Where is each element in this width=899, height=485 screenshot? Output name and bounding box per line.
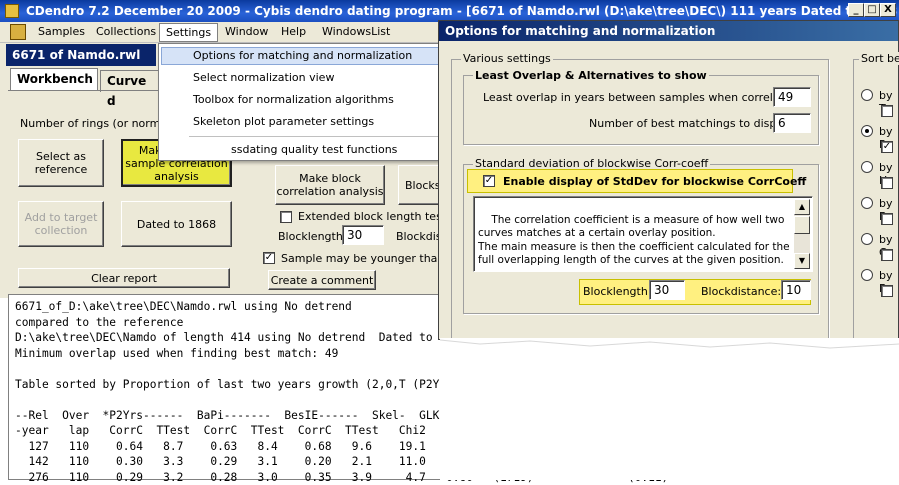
clear-report-button[interactable]: Clear report: [18, 268, 230, 288]
least-overlap-label: Least overlap in years between samples w…: [483, 91, 805, 104]
menu-item-options-matching[interactable]: Options for matching and normalization: [193, 49, 412, 62]
sort-check-2[interactable]: ✓: [881, 141, 893, 153]
blocklength-label: Blocklength:: [278, 230, 347, 243]
sort-radio-5[interactable]: [861, 233, 873, 245]
sample-window-title: 6671 of Namdo.rwl: [6, 44, 156, 66]
scroll-down-icon[interactable]: ▼: [794, 253, 810, 269]
menu-item-toolbox[interactable]: Toolbox for normalization algorithms: [193, 93, 394, 106]
sort-radio-3[interactable]: [861, 161, 873, 173]
stddev-description-text: The correlation coefficient is a measure…: [478, 213, 790, 267]
options-dialog: Options for matching and normalization V…: [438, 20, 899, 340]
dlg-blocklength-label: Blocklength:: [583, 285, 652, 298]
blockdist-label: Blockdis: [396, 230, 442, 243]
tab-workbench[interactable]: Workbench: [10, 68, 98, 90]
menu-item-skeleton-plot[interactable]: Skeleton plot parameter settings: [193, 115, 374, 128]
menu-windowslist[interactable]: WindowsList: [322, 25, 390, 38]
minimize-button[interactable]: _: [848, 3, 864, 17]
menu-window[interactable]: Window: [225, 25, 268, 38]
sort-radio-1[interactable]: [861, 89, 873, 101]
tab-curve[interactable]: Curve d: [100, 70, 160, 108]
younger-checkbox[interactable]: ✓: [263, 252, 275, 264]
menu-collections[interactable]: Collections: [96, 25, 156, 38]
sort-check-5[interactable]: [881, 249, 893, 261]
various-settings-label: Various settings: [461, 52, 553, 65]
window-title: CDendro 7.2 December 20 2009 - Cybis den…: [26, 4, 899, 18]
scroll-thumb[interactable]: [794, 216, 810, 234]
memo-scrollbar[interactable]: ▲ ▼: [794, 199, 810, 269]
options-dialog-title: Options for matching and normalization: [439, 21, 898, 41]
menu-samples[interactable]: Samples: [38, 25, 85, 38]
app-titlebar: CDendro 7.2 December 20 2009 - Cybis den…: [0, 0, 899, 22]
dated-button[interactable]: Dated to 1868: [121, 201, 232, 247]
create-comment-button[interactable]: Create a comment: [268, 270, 376, 290]
sort-group-label: Sort bes: [859, 52, 899, 65]
sort-check-4[interactable]: [881, 213, 893, 225]
torn-edge: [440, 338, 899, 480]
best-matchings-field[interactable]: 6: [773, 113, 811, 133]
dlg-blocklength-field[interactable]: 30: [649, 280, 685, 300]
extended-block-label: Extended block length test: [298, 210, 447, 223]
dlg-blockdistance-field[interactable]: 10: [781, 280, 811, 300]
add-target-button[interactable]: Add to target collection: [18, 201, 104, 247]
sort-radio-6[interactable]: [861, 269, 873, 281]
make-block-analysis-button[interactable]: Make block correlation analysis: [275, 165, 385, 205]
overlap-group-title: Least Overlap & Alternatives to show: [473, 69, 709, 82]
settings-dropdown: Options for matching and normalization S…: [158, 43, 443, 161]
app-icon: [5, 4, 19, 18]
sort-radio-2[interactable]: [861, 125, 873, 137]
menu-help[interactable]: Help: [281, 25, 306, 38]
sort-radio-4[interactable]: [861, 197, 873, 209]
dlg-blockdistance-label: Blockdistance:: [701, 285, 782, 298]
sort-check-3[interactable]: [881, 177, 893, 189]
sort-check-6[interactable]: [881, 285, 893, 297]
enable-stddev-label: Enable display of StdDev for blockwise C…: [503, 175, 807, 188]
select-reference-button[interactable]: Select as reference: [18, 139, 104, 187]
sort-check-1[interactable]: [881, 105, 893, 117]
extended-block-checkbox[interactable]: [280, 211, 292, 223]
blockstat-button[interactable]: Blockst: [398, 165, 440, 205]
menu-separator: [189, 136, 439, 137]
least-overlap-field[interactable]: 49: [773, 87, 811, 107]
menu-settings[interactable]: Settings: [159, 23, 219, 42]
maximize-button[interactable]: □: [864, 3, 880, 17]
close-button[interactable]: X: [880, 3, 896, 17]
overlap-group: [463, 75, 819, 145]
best-matchings-label: Number of best matchings to display:: [589, 117, 796, 130]
menu-item-crossdating-tests[interactable]: ssdating quality test functions: [231, 143, 397, 156]
stddev-description: The correlation coefficient is a measure…: [473, 196, 813, 272]
document-icon: [10, 24, 26, 40]
scroll-up-icon[interactable]: ▲: [794, 199, 810, 215]
blocklength-field[interactable]: 30: [342, 225, 384, 245]
menu-item-normalization-view[interactable]: Select normalization view: [193, 71, 334, 84]
enable-stddev-checkbox[interactable]: ✓: [483, 175, 495, 187]
